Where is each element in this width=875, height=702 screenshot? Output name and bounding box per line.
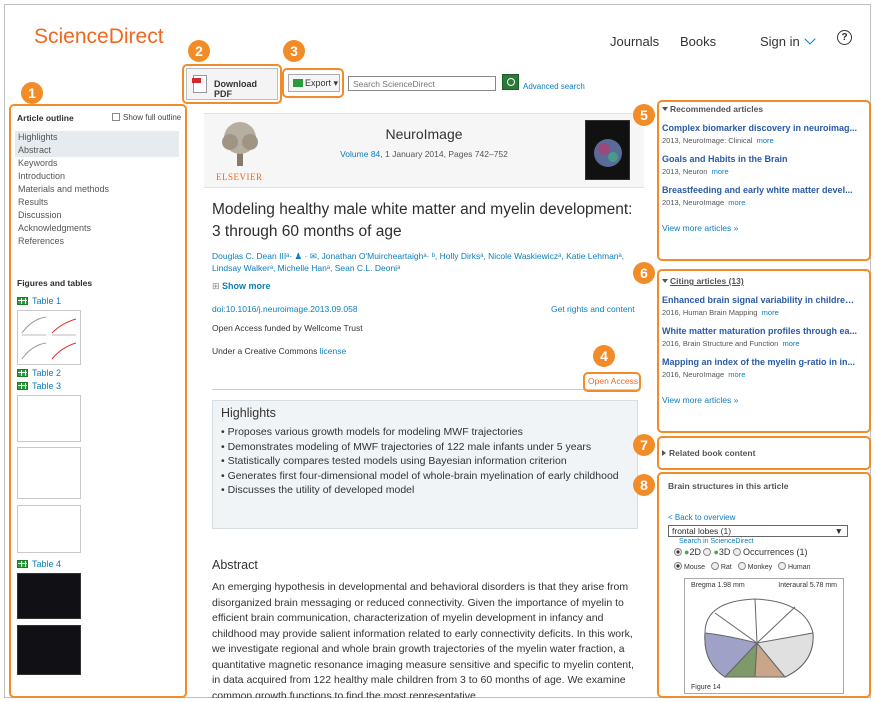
highlights-box: Highlights Proposes various growth model… bbox=[212, 400, 638, 529]
annotation-frame-citing bbox=[657, 269, 871, 433]
doi-link[interactable]: doi:10.1016/j.neuroimage.2013.09.058 bbox=[212, 304, 358, 314]
annotation-frame-export bbox=[282, 68, 344, 98]
sciencedirect-logo[interactable]: ScienceDirect bbox=[34, 25, 164, 49]
highlights-list: Proposes various growth models for model… bbox=[221, 425, 629, 498]
elsevier-wordmark: ELSEVIER bbox=[216, 172, 263, 182]
nav-journals[interactable]: Journals bbox=[610, 34, 659, 49]
badge-1: 1 bbox=[21, 82, 43, 104]
badge-4: 4 bbox=[593, 345, 615, 367]
highlight-item: Statistically compares tested models usi… bbox=[221, 454, 629, 469]
show-more-label: Show more bbox=[222, 281, 271, 291]
badge-6: 6 bbox=[633, 262, 655, 284]
nav-sign-in[interactable]: Sign in bbox=[760, 33, 816, 49]
cover-brain-icon bbox=[594, 139, 622, 167]
article-title: Modeling healthy male white matter and m… bbox=[212, 201, 633, 240]
badge-3: 3 bbox=[283, 40, 305, 62]
journal-name[interactable]: NeuroImage bbox=[204, 126, 644, 142]
sign-in-label: Sign in bbox=[760, 34, 800, 49]
license-link[interactable]: license bbox=[320, 346, 346, 356]
badge-8: 8 bbox=[633, 474, 655, 496]
divider bbox=[212, 389, 640, 390]
annotation-frame-related-book bbox=[657, 436, 871, 470]
journal-cover-image[interactable] bbox=[585, 120, 630, 180]
highlight-item: Demonstrates modeling of MWF trajectorie… bbox=[221, 440, 629, 455]
open-access-funding: Open Access funded by Wellcome Trust bbox=[212, 323, 363, 333]
volume-link[interactable]: Volume 84 bbox=[340, 149, 380, 159]
volume-details: , 1 January 2014, Pages 742–752 bbox=[380, 149, 508, 159]
help-icon[interactable]: ? bbox=[837, 30, 852, 45]
badge-5: 5 bbox=[633, 104, 655, 126]
search-input[interactable] bbox=[348, 76, 496, 91]
annotation-frame-open-access bbox=[583, 372, 641, 392]
badge-7: 7 bbox=[633, 434, 655, 456]
journal-header: ELSEVIER NeuroImage Volume 84, 1 January… bbox=[204, 113, 644, 188]
abstract-title: Abstract bbox=[212, 558, 258, 572]
annotation-frame-sidebar bbox=[9, 104, 187, 698]
annotation-frame-pdf bbox=[182, 64, 282, 104]
plus-icon: ⊞ bbox=[212, 281, 223, 291]
show-more-button[interactable]: ⊞ Show more bbox=[212, 281, 271, 292]
nav-books[interactable]: Books bbox=[680, 34, 716, 49]
abstract-text: An emerging hypothesis in developmental … bbox=[212, 581, 634, 698]
journal-volume: Volume 84, 1 January 2014, Pages 742–752 bbox=[204, 149, 644, 159]
highlights-title: Highlights bbox=[221, 406, 276, 420]
annotation-frame-recommended bbox=[657, 100, 871, 261]
search-button[interactable] bbox=[502, 74, 519, 90]
badge-2: 2 bbox=[188, 40, 210, 62]
highlight-item: Proposes various growth models for model… bbox=[221, 425, 629, 440]
annotation-frame-brain bbox=[657, 472, 871, 698]
highlight-item: Discusses the utility of developed model bbox=[221, 483, 629, 498]
license-prefix: Under a Creative Commons bbox=[212, 346, 320, 356]
article-authors[interactable]: Douglas C. Dean IIIᵃ· ♟ · ✉, Jonathan O'… bbox=[212, 250, 642, 274]
rights-link[interactable]: Get rights and content bbox=[551, 304, 635, 314]
advanced-search-link[interactable]: Advanced search bbox=[523, 82, 585, 91]
chevron-down-icon bbox=[804, 33, 816, 45]
license-statement: Under a Creative Commons license bbox=[212, 346, 346, 356]
highlight-item: Generates first four-dimensional model o… bbox=[221, 469, 629, 484]
